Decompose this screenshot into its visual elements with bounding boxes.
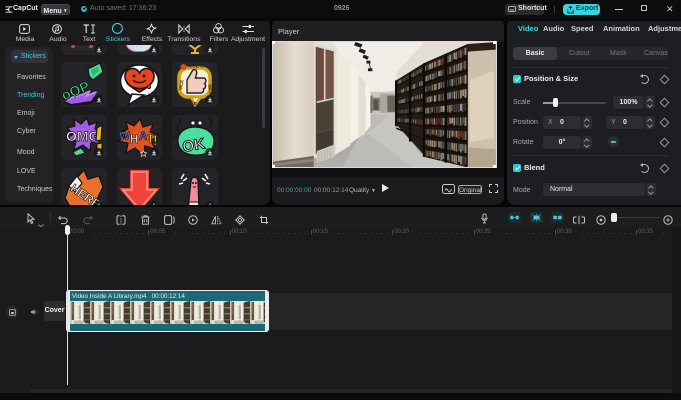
svg-text:W: W	[119, 131, 130, 143]
svg-text:OMG: OMG	[66, 128, 100, 144]
svg-text:NICE: NICE	[186, 99, 197, 105]
svg-text:NICE NICE: NICE NICE	[188, 63, 211, 68]
svg-text:!: !	[153, 132, 158, 148]
svg-text:H: H	[130, 134, 138, 146]
